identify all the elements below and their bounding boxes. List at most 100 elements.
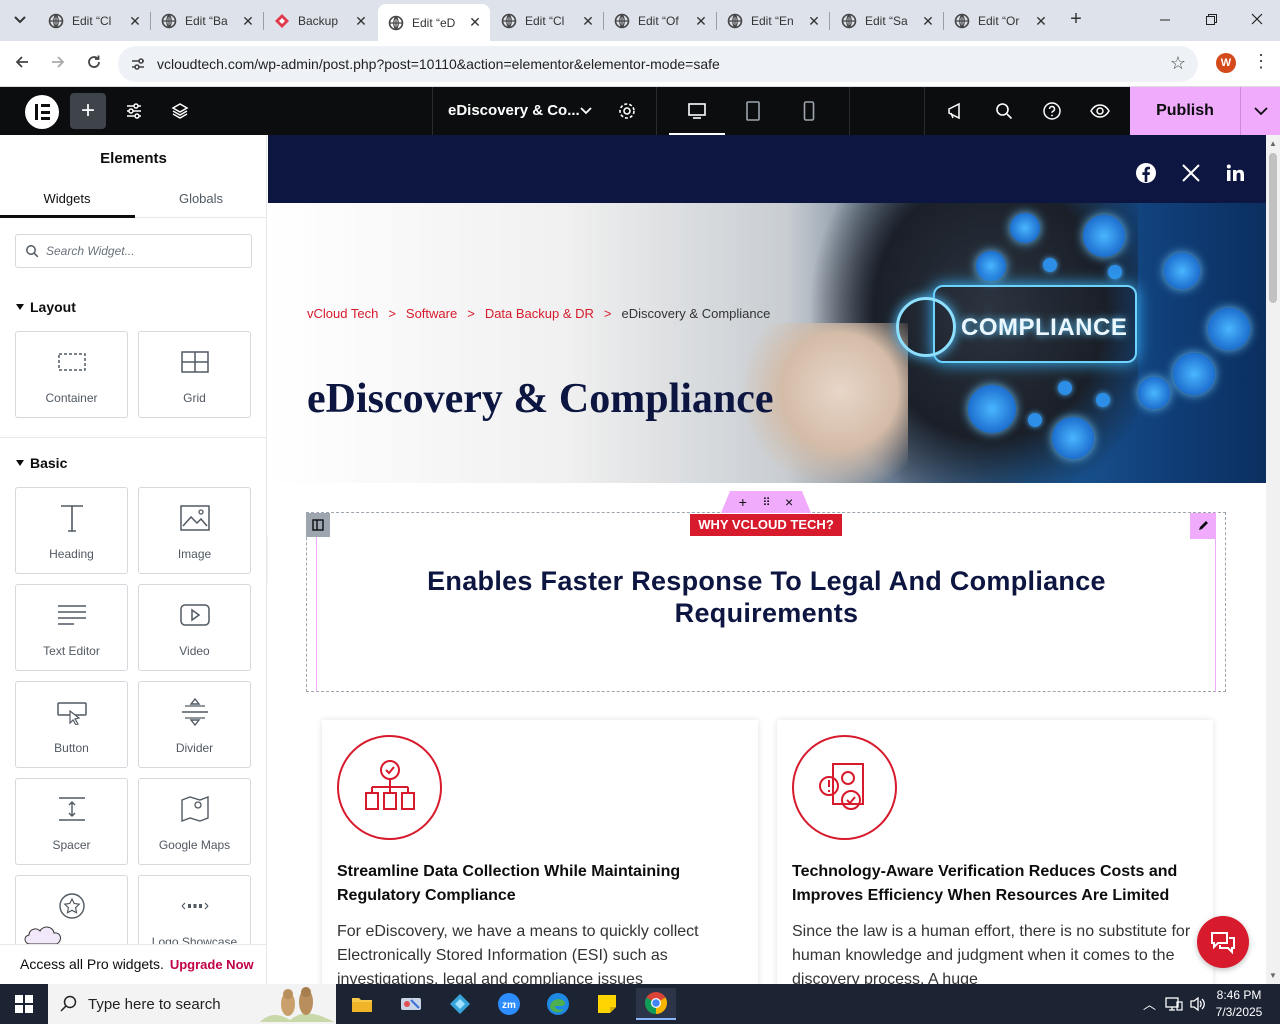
- tab-globals[interactable]: Globals: [134, 191, 266, 206]
- browser-tab[interactable]: Backup ✕: [264, 6, 376, 36]
- close-tab-icon[interactable]: ✕: [352, 13, 370, 30]
- network-icon[interactable]: [1165, 996, 1183, 1012]
- page-settings-button[interactable]: [609, 93, 645, 129]
- close-tab-icon[interactable]: ✕: [805, 13, 823, 30]
- mobile-view-button[interactable]: [791, 93, 827, 129]
- notes-button[interactable]: [938, 93, 974, 129]
- browser-tab[interactable]: Edit “Cl ✕: [491, 6, 603, 36]
- browser-tab[interactable]: Edit “Or ✕: [944, 6, 1056, 36]
- desktop-view-button[interactable]: [679, 93, 715, 129]
- help-button[interactable]: [1034, 93, 1070, 129]
- close-tab-icon[interactable]: ✕: [692, 13, 710, 30]
- omnibox[interactable]: vcloudtech.com/wp-admin/post.php?post=10…: [118, 46, 1198, 82]
- edit-widget-button[interactable]: [1190, 513, 1216, 539]
- widget-divider[interactable]: Divider: [138, 681, 251, 768]
- browser-menu-icon[interactable]: ⋮: [1252, 51, 1270, 72]
- section-title: Enables Faster Response To Legal And Com…: [427, 566, 1106, 628]
- widget-search-field[interactable]: [15, 234, 252, 268]
- file-explorer-app[interactable]: [342, 988, 382, 1020]
- sticky-notes-app[interactable]: [587, 988, 627, 1020]
- widget-google-maps[interactable]: Google Maps: [138, 778, 251, 865]
- widget-container[interactable]: Container: [15, 331, 128, 418]
- snipping-app[interactable]: [391, 988, 431, 1020]
- breadcrumb-link-home[interactable]: vCloud Tech: [307, 306, 378, 321]
- scrollbar-thumb[interactable]: [1269, 153, 1277, 303]
- drag-handle-icon[interactable]: ⠿: [762, 496, 770, 509]
- close-tab-icon[interactable]: ✕: [1032, 13, 1050, 30]
- widget-grid[interactable]: Grid: [138, 331, 251, 418]
- system-clock[interactable]: 8:46 PM 7/3/2025: [1212, 987, 1266, 1021]
- site-settings-icon[interactable]: [130, 56, 146, 72]
- browser-tab[interactable]: Edit “En ✕: [717, 6, 829, 36]
- zoom-app[interactable]: zm: [489, 988, 529, 1020]
- minimize-button[interactable]: [1142, 0, 1188, 40]
- close-tab-icon[interactable]: ✕: [579, 13, 597, 30]
- forward-button[interactable]: [45, 51, 71, 77]
- tray-expand-icon[interactable]: ︿: [1143, 994, 1156, 1013]
- tablet-view-button[interactable]: [735, 93, 771, 129]
- linkedin-icon[interactable]: [1224, 162, 1246, 184]
- widget-spacer[interactable]: Spacer: [15, 778, 128, 865]
- publish-options-button[interactable]: [1240, 87, 1280, 135]
- close-tab-icon[interactable]: ✕: [919, 13, 937, 30]
- start-button[interactable]: [0, 984, 48, 1024]
- edge-app[interactable]: [538, 988, 578, 1020]
- tab-widgets[interactable]: Widgets: [0, 191, 134, 206]
- back-button[interactable]: [9, 51, 35, 77]
- finder-button[interactable]: [986, 93, 1022, 129]
- browser-tab[interactable]: Edit “Cl ✕: [38, 6, 150, 36]
- widget-button[interactable]: Button: [15, 681, 128, 768]
- browser-tab-active[interactable]: Edit “eD ✕: [378, 4, 490, 41]
- category-layout[interactable]: Layout: [16, 299, 76, 315]
- profile-avatar[interactable]: W: [1216, 53, 1236, 73]
- taskbar-search[interactable]: Type here to search: [48, 984, 336, 1024]
- column-handle[interactable]: [306, 513, 330, 537]
- close-tab-icon[interactable]: ✕: [126, 13, 144, 30]
- widget-heading[interactable]: Heading: [15, 487, 128, 574]
- section-handle[interactable]: + ⠿ ×: [721, 491, 811, 513]
- backup-site-favicon-icon: [275, 14, 289, 28]
- chrome-app[interactable]: [636, 988, 676, 1020]
- x-twitter-icon[interactable]: [1180, 162, 1202, 184]
- close-tab-icon[interactable]: ✕: [466, 14, 484, 31]
- close-tab-icon[interactable]: ✕: [239, 13, 257, 30]
- chat-widget-button[interactable]: [1197, 916, 1249, 968]
- site-settings-button[interactable]: [116, 93, 152, 129]
- canvas-scrollbar[interactable]: ▲ ▼: [1266, 135, 1280, 984]
- add-section-icon[interactable]: +: [739, 494, 747, 510]
- category-basic[interactable]: Basic: [16, 455, 67, 471]
- chat-icon: [1211, 932, 1235, 954]
- widget-text-editor[interactable]: Text Editor: [15, 584, 128, 671]
- new-tab-button[interactable]: +: [1064, 8, 1088, 32]
- widget-search-input[interactable]: [46, 242, 236, 260]
- volume-icon[interactable]: [1189, 996, 1207, 1012]
- search-icon: [60, 995, 77, 1012]
- elementor-logo-icon[interactable]: [25, 95, 59, 129]
- breadcrumb-link-software[interactable]: Software: [406, 306, 457, 321]
- tab-title: Edit “En: [751, 14, 794, 28]
- browser-tab[interactable]: Edit “Ba ✕: [151, 6, 263, 36]
- bookmark-star-icon[interactable]: ☆: [1170, 53, 1186, 74]
- reload-button[interactable]: [81, 51, 107, 77]
- app-launcher[interactable]: [440, 988, 480, 1020]
- widget-image[interactable]: Image: [138, 487, 251, 574]
- delete-section-icon[interactable]: ×: [785, 494, 793, 510]
- preview-button[interactable]: [1082, 93, 1118, 129]
- page-title[interactable]: eDiscovery & Co...: [448, 102, 580, 119]
- add-element-button[interactable]: +: [70, 93, 106, 129]
- structure-button[interactable]: [162, 93, 198, 129]
- upgrade-now-link[interactable]: Upgrade Now: [170, 957, 254, 972]
- browser-tab[interactable]: Edit “Sa ✕: [831, 6, 943, 36]
- breadcrumb-link-backup[interactable]: Data Backup & DR: [485, 306, 594, 321]
- browser-tab[interactable]: Edit “Of ✕: [604, 6, 716, 36]
- diamond-app-icon: [450, 994, 470, 1014]
- tab-search-button[interactable]: [8, 8, 32, 32]
- restore-button[interactable]: [1188, 0, 1234, 40]
- close-window-button[interactable]: [1234, 0, 1280, 40]
- sticky-notes-icon: [598, 995, 616, 1013]
- facebook-icon[interactable]: [1135, 162, 1157, 184]
- container-icon: [57, 353, 86, 371]
- widget-video[interactable]: Video: [138, 584, 251, 671]
- publish-button[interactable]: Publish: [1130, 87, 1240, 135]
- chevron-down-icon[interactable]: [579, 101, 593, 121]
